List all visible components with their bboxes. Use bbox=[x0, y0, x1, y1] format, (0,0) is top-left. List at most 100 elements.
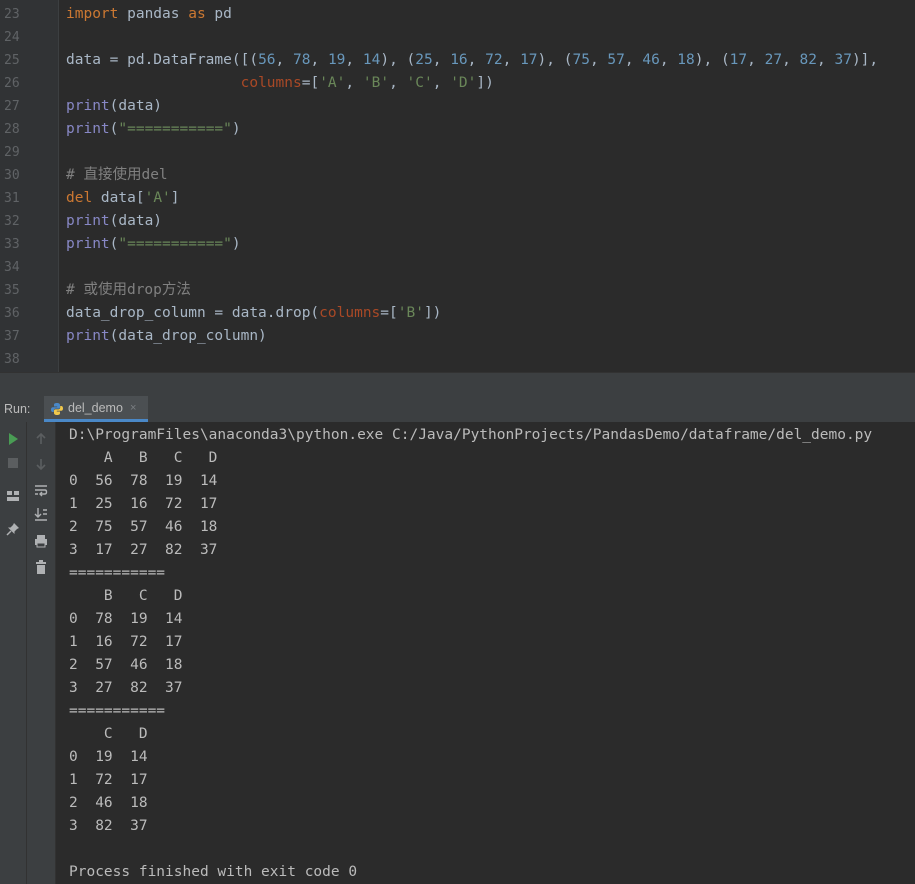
run-label: Run: bbox=[4, 402, 31, 416]
code-token: ]) bbox=[476, 75, 494, 91]
code-line[interactable]: data = pd.DataFrame([(56, 78, 19, 14), (… bbox=[66, 49, 878, 72]
line-number: 24 bbox=[4, 30, 20, 45]
line-number: 28 bbox=[4, 122, 20, 137]
code-token: , bbox=[624, 52, 643, 68]
code-token: 57 bbox=[607, 52, 625, 68]
code-token: ) bbox=[231, 236, 241, 252]
run-tab-del-demo[interactable]: del_demo × bbox=[44, 396, 148, 422]
pin-icon[interactable] bbox=[5, 521, 21, 537]
code-line[interactable]: data_drop_column = data.drop(columns=['B… bbox=[66, 302, 441, 325]
console-line: 1 25 16 72 17 bbox=[69, 496, 218, 512]
console-line: =========== bbox=[69, 565, 166, 581]
console-line: 0 19 14 bbox=[69, 749, 148, 765]
line-number: 23 bbox=[4, 7, 20, 22]
code-token: ), ( bbox=[380, 52, 416, 68]
run-toolbar bbox=[0, 422, 27, 884]
soft-wrap-icon[interactable] bbox=[33, 482, 49, 498]
code-token: , bbox=[275, 52, 293, 68]
code-token: ), ( bbox=[694, 52, 730, 68]
code-token: data[ bbox=[92, 190, 145, 206]
console-line: D:\ProgramFiles\anaconda3\python.exe C:/… bbox=[69, 427, 873, 443]
code-token: 25 bbox=[415, 52, 433, 68]
code-line[interactable]: print(data) bbox=[66, 210, 162, 233]
line-number: 35 bbox=[4, 283, 20, 298]
line-number: 27 bbox=[4, 99, 20, 114]
console-line: 3 82 37 bbox=[69, 818, 148, 834]
code-token: 27 bbox=[764, 52, 783, 68]
code-line[interactable]: print(data) bbox=[66, 95, 162, 118]
code-line[interactable]: del data['A'] bbox=[66, 187, 180, 210]
console-line: 2 75 57 46 18 bbox=[69, 519, 218, 535]
code-token: , bbox=[345, 52, 363, 68]
panel-splitter[interactable] bbox=[0, 372, 915, 397]
code-line[interactable]: columns=['A', 'B', 'C', 'D']) bbox=[66, 72, 494, 95]
code-line[interactable]: # 直接使用del bbox=[66, 164, 168, 187]
console-line: 3 17 27 82 37 bbox=[69, 542, 218, 558]
console-line: 0 78 19 14 bbox=[69, 611, 183, 627]
code-token: , bbox=[747, 52, 765, 68]
code-token: 'C' bbox=[406, 75, 433, 91]
line-number-gutter: 23 24 25 26 27 28 29 30 31 32 33 34 35 36 37 38 bbox=[0, 0, 59, 372]
line-number: 36 bbox=[4, 306, 20, 321]
code-token: , bbox=[502, 52, 521, 68]
line-number: 37 bbox=[4, 329, 20, 344]
code-token: 37 bbox=[834, 52, 852, 68]
trash-icon[interactable] bbox=[33, 559, 49, 575]
code-token: , bbox=[310, 52, 328, 68]
layout-icon[interactable] bbox=[5, 488, 21, 504]
code-token: print bbox=[66, 328, 110, 344]
code-token: 17 bbox=[520, 52, 538, 68]
code-token: # 直接使用del bbox=[66, 167, 168, 183]
code-editor[interactable]: 23 24 25 26 27 28 29 30 31 32 33 34 35 36 37 38 import … bbox=[0, 0, 915, 372]
stop-icon[interactable] bbox=[5, 455, 21, 471]
code-token: 17 bbox=[729, 52, 748, 68]
line-number: 30 bbox=[4, 168, 20, 183]
console-line: 0 56 78 19 14 bbox=[69, 473, 218, 489]
code-line[interactable]: # 或使用drop方法 bbox=[66, 279, 191, 302]
code-line[interactable]: import pandas as pd bbox=[66, 3, 232, 26]
code-token: columns bbox=[319, 305, 381, 321]
run-icon[interactable] bbox=[5, 431, 21, 447]
code-token: 'A' bbox=[144, 190, 171, 206]
console-line: 1 16 72 17 bbox=[69, 634, 183, 650]
console-line: 1 72 17 bbox=[69, 772, 148, 788]
code-token: pd bbox=[205, 6, 232, 22]
code-token: ) bbox=[231, 121, 241, 137]
code-line[interactable]: print(data_drop_column) bbox=[66, 325, 267, 348]
code-token: # 或使用drop方法 bbox=[66, 282, 191, 298]
down-arrow-icon[interactable] bbox=[33, 456, 49, 472]
code-token: 46 bbox=[642, 52, 660, 68]
close-icon[interactable]: × bbox=[130, 396, 136, 421]
code-token: , bbox=[782, 52, 800, 68]
run-console-output[interactable]: D:\ProgramFiles\anaconda3\python.exe C:/… bbox=[56, 422, 915, 884]
code-token: ]) bbox=[423, 305, 442, 321]
code-token: "===========" bbox=[118, 236, 232, 252]
code-token: ] bbox=[170, 190, 180, 206]
code-token: "===========" bbox=[118, 121, 232, 137]
run-tab-label: del_demo bbox=[68, 401, 123, 415]
console-line: 2 57 46 18 bbox=[69, 657, 183, 673]
code-token: 19 bbox=[327, 52, 346, 68]
python-icon bbox=[51, 403, 63, 415]
print-icon[interactable] bbox=[33, 533, 49, 549]
line-number: 33 bbox=[4, 237, 20, 252]
line-number: 34 bbox=[4, 260, 20, 275]
code-token: , bbox=[589, 52, 608, 68]
line-number: 29 bbox=[4, 145, 20, 160]
up-arrow-icon[interactable] bbox=[33, 431, 49, 447]
code-token: as bbox=[188, 6, 206, 22]
line-number: 31 bbox=[4, 191, 20, 206]
code-token: , bbox=[432, 52, 451, 68]
code-line[interactable]: print("===========") bbox=[66, 233, 241, 256]
code-token: 18 bbox=[677, 52, 695, 68]
code-token: , bbox=[659, 52, 678, 68]
code-token: print bbox=[66, 98, 110, 114]
code-line[interactable]: print("===========") bbox=[66, 118, 241, 141]
line-number: 38 bbox=[4, 352, 20, 367]
code-token: (data) bbox=[109, 213, 163, 229]
line-number: 32 bbox=[4, 214, 20, 229]
scroll-to-end-icon[interactable] bbox=[33, 506, 49, 522]
code-token: data = pd.DataFrame([( bbox=[66, 52, 259, 68]
code-token: , bbox=[432, 75, 451, 91]
code-token: ), ( bbox=[537, 52, 573, 68]
